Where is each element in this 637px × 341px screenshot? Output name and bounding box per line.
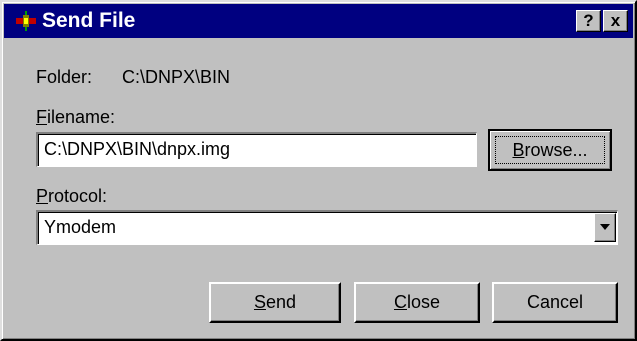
browse-mnemonic: B (512, 140, 525, 160)
filename-mnemonic: F (36, 107, 47, 127)
filename-input[interactable]: C:\DNPX\BIN\dnpx.img (36, 132, 477, 167)
browse-label: rowse... (524, 140, 588, 160)
send-label: end (265, 292, 297, 312)
dropdown-arrow-button[interactable] (594, 213, 616, 242)
protocol-label-text: rotocol: (48, 186, 108, 206)
protocol-selected-value: Ymodem (44, 217, 117, 237)
protocol-label: Protocol: (36, 185, 107, 207)
browse-button[interactable]: Browse... (488, 129, 612, 171)
filename-label: Filename: (36, 106, 115, 128)
send-mnemonic: S (253, 292, 266, 312)
send-file-dialog: Send File ? x Folder: C:\DNPX\BIN Filena… (0, 0, 637, 341)
title-bar[interactable]: Send File ? x (4, 4, 633, 38)
close-mnemonic: C (393, 292, 407, 312)
filename-label-text: ilename: (47, 107, 116, 127)
protocol-dropdown[interactable]: Ymodem (36, 210, 618, 245)
folder-path: C:\DNPX\BIN (122, 67, 231, 87)
help-button[interactable]: ? (576, 10, 601, 32)
send-button[interactable]: Send (209, 282, 341, 323)
app-icon (14, 9, 38, 33)
close-label: lose (406, 292, 441, 312)
window-title: Send File (42, 9, 136, 32)
protocol-mnemonic: P (36, 186, 49, 206)
focus-rectangle: Browse... (495, 136, 605, 164)
close-dialog-button[interactable]: Close (354, 282, 480, 323)
chevron-down-icon (600, 224, 610, 230)
folder-label: Folder: (36, 67, 93, 87)
close-button[interactable]: x (603, 10, 628, 32)
cancel-button[interactable]: Cancel (492, 282, 618, 323)
